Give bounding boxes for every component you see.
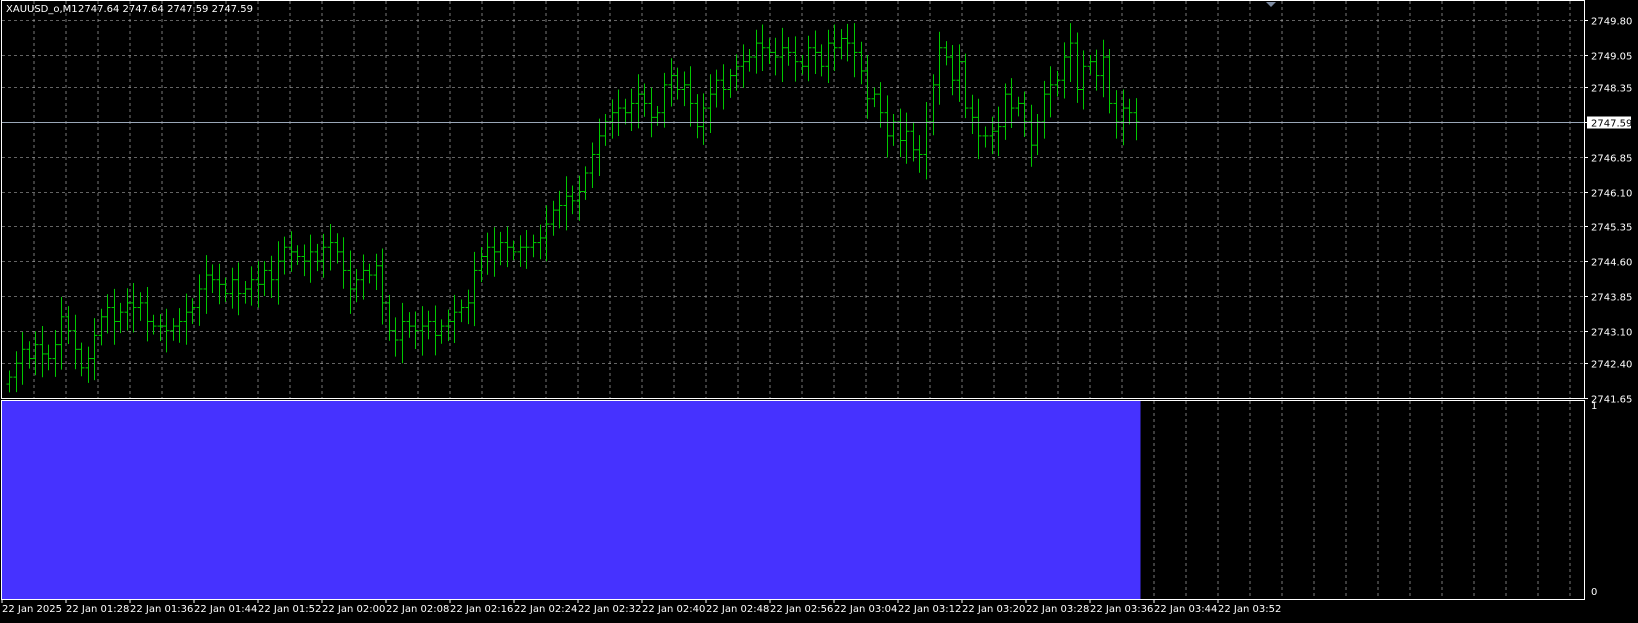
price-tick-label: 2749.80 [1591, 17, 1632, 28]
trading-chart[interactable]: 2747.59 2749.80 2749.05 2748.35 2746.85 2746… [0, 0, 1638, 619]
time-tick-label: 22 Jan 02:00 [322, 604, 385, 615]
indicator-tick-label: 0 [1591, 587, 1597, 598]
price-tick-label: 2746.85 [1591, 154, 1632, 165]
price-tick-label: 2744.60 [1591, 258, 1632, 269]
price-tick-label: 2743.10 [1591, 328, 1632, 339]
indicator-tick-label: 1 [1591, 401, 1597, 412]
time-tick-label: 22 Jan 02:32 [578, 604, 641, 615]
chart-canvas[interactable]: 2747.59 2749.80 2749.05 2748.35 2746.85 2746… [0, 0, 1638, 619]
current-price-label: 2747.59 [1591, 119, 1632, 130]
time-tick-label: 22 Jan 03:20 [962, 604, 1025, 615]
time-tick-label: 22 Jan 02:08 [386, 604, 449, 615]
time-tick-label: 22 Jan 03:36 [1090, 604, 1153, 615]
time-tick-label: 22 Jan 01:52 [258, 604, 321, 615]
time-tick-label: 22 Jan 01:36 [130, 604, 193, 615]
time-tick-label: 22 Jan 2025 [2, 604, 62, 615]
price-tick-label: 2746.10 [1591, 189, 1632, 200]
time-tick-label: 22 Jan 01:44 [194, 604, 257, 615]
time-tick-label: 22 Jan 03:12 [898, 604, 961, 615]
time-tick-label: 22 Jan 03:04 [834, 604, 897, 615]
price-tick-label: 2745.35 [1591, 223, 1632, 234]
time-tick-label: 22 Jan 03:44 [1154, 604, 1217, 615]
time-tick-label: 22 Jan 02:56 [770, 604, 833, 615]
price-tick-label: 2742.40 [1591, 360, 1632, 371]
price-tick-label: 2749.05 [1591, 52, 1632, 63]
time-tick-label: 22 Jan 03:52 [1218, 604, 1281, 615]
indicator-histogram [2, 401, 1141, 599]
time-tick-label: 22 Jan 02:24 [514, 604, 577, 615]
time-tick-label: 22 Jan 02:40 [642, 604, 705, 615]
symbol-title: XAUUSD_o,M1 [6, 4, 78, 15]
time-tick-label: 22 Jan 01:28 [66, 604, 129, 615]
time-tick-label: 22 Jan 03:28 [1026, 604, 1089, 615]
time-tick-label: 22 Jan 02:16 [450, 604, 513, 615]
price-tick-label: 2748.35 [1591, 84, 1632, 95]
price-tick-label: 2743.85 [1591, 293, 1632, 304]
time-tick-label: 22 Jan 02:48 [706, 604, 769, 615]
ohlc-readout: 2747.64 2747.64 2747.59 2747.59 [78, 4, 253, 15]
